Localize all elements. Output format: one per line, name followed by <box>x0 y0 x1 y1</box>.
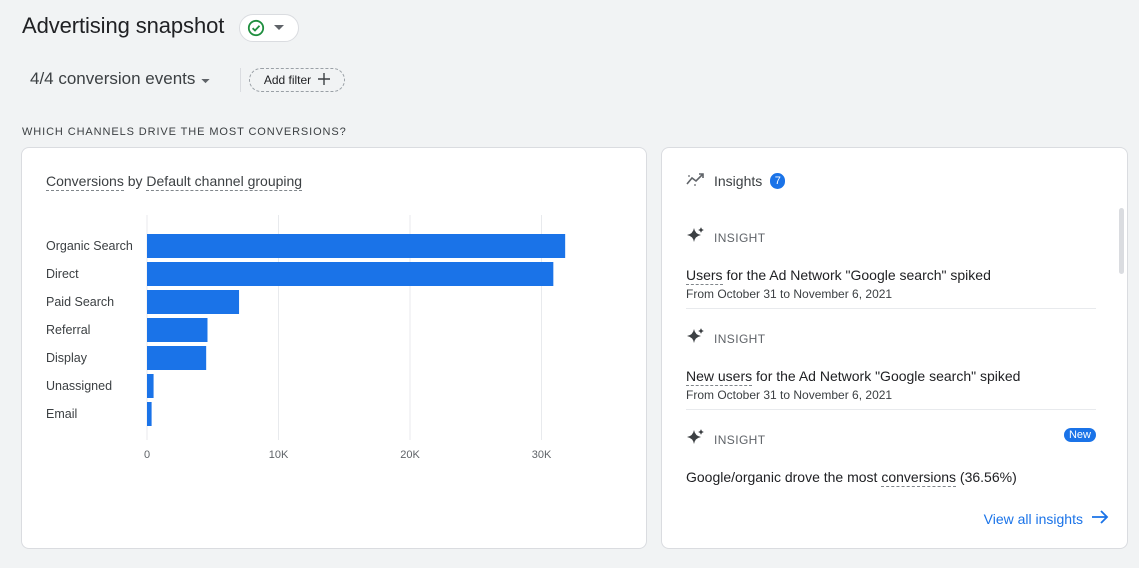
insight-label: INSIGHT <box>714 230 766 245</box>
divider <box>686 308 1096 309</box>
metric-link[interactable]: New users <box>686 368 753 386</box>
insights-card: Insights 7 INSIGHT Users for the Ad Netw… <box>661 147 1128 549</box>
insight-title: Users for the Ad Network "Google search"… <box>686 267 1096 285</box>
insight-title: Google/organic drove the most conversion… <box>686 469 1096 487</box>
conversion-events-label: 4/4 conversion events <box>30 69 196 88</box>
insight-title: New users for the Ad Network "Google sea… <box>686 368 1096 386</box>
insight-item[interactable]: INSIGHT New Google/organic drove the mos… <box>686 428 1096 487</box>
status-dropdown[interactable] <box>239 14 299 42</box>
section-heading: WHICH CHANNELS DRIVE THE MOST CONVERSION… <box>22 126 347 138</box>
bar <box>147 374 154 398</box>
view-all-label: View all insights <box>983 510 1083 527</box>
add-filter-label: Add filter <box>263 73 312 87</box>
bar <box>147 346 207 370</box>
dropdown-arrow-icon <box>274 25 284 31</box>
insight-label: INSIGHT <box>714 331 766 346</box>
category-label: Email <box>46 407 77 421</box>
x-tick-label: 0 <box>144 449 150 461</box>
insight-item[interactable]: INSIGHT Users for the Ad Network "Google… <box>686 226 1096 301</box>
insight-label: INSIGHT <box>714 432 766 447</box>
insight-date: From October 31 to November 6, 2021 <box>686 388 893 402</box>
insights-header-label: Insights <box>714 172 763 189</box>
insight-title-pre: Google/organic drove the most <box>686 469 882 485</box>
arrow-right-icon <box>1091 510 1109 527</box>
x-tick-label: 10K <box>269 449 289 461</box>
sparkle-icon <box>686 327 706 350</box>
insight-title-post: (36.56%) <box>956 469 1017 485</box>
metric-link[interactable]: Users <box>686 267 723 285</box>
bar <box>147 290 240 314</box>
divider <box>240 68 241 92</box>
view-all-insights-link[interactable]: View all insights <box>984 510 1109 527</box>
insight-title-rest: for the Ad Network "Google search" spike… <box>752 368 1021 384</box>
new-badge: New <box>1063 428 1096 442</box>
insight-item[interactable]: INSIGHT New users for the Ad Network "Go… <box>686 327 1096 402</box>
category-label: Direct <box>46 267 79 281</box>
dropdown-arrow-icon <box>201 69 211 89</box>
category-label: Display <box>46 351 88 365</box>
insight-title-rest: for the Ad Network "Google search" spike… <box>722 267 991 283</box>
category-label: Organic Search <box>46 239 133 253</box>
scrollbar[interactable] <box>1119 208 1124 274</box>
category-label: Unassigned <box>46 379 112 393</box>
plus-icon <box>318 72 331 88</box>
bar <box>147 262 554 286</box>
trending-icon <box>686 172 706 189</box>
insights-header: Insights 7 <box>686 172 786 189</box>
conversion-events-select[interactable]: 4/4 conversion events <box>30 69 211 89</box>
bar <box>147 318 208 342</box>
bar <box>147 402 152 426</box>
insights-count-badge: 7 <box>770 172 786 189</box>
bar-chart: 0 10K 20K 30K Organic Search Direct Paid Searc… <box>46 215 566 461</box>
divider <box>686 409 1096 410</box>
add-filter-button[interactable]: Add filter <box>249 68 345 92</box>
category-label: Referral <box>46 323 90 337</box>
insight-date: From October 31 to November 6, 2021 <box>686 287 893 301</box>
conversions-chart-card: Conversions by Default channel grouping … <box>21 147 647 549</box>
page-title: Advertising snapshot <box>22 13 225 38</box>
category-label: Paid Search <box>46 295 114 309</box>
sparkle-icon <box>686 428 706 451</box>
check-circle-icon <box>247 19 265 37</box>
x-tick-label: 30K <box>532 449 552 461</box>
sparkle-icon <box>686 226 706 249</box>
metric-link[interactable]: conversions <box>881 469 957 487</box>
x-tick-label: 20K <box>400 449 420 461</box>
bar <box>147 234 566 258</box>
